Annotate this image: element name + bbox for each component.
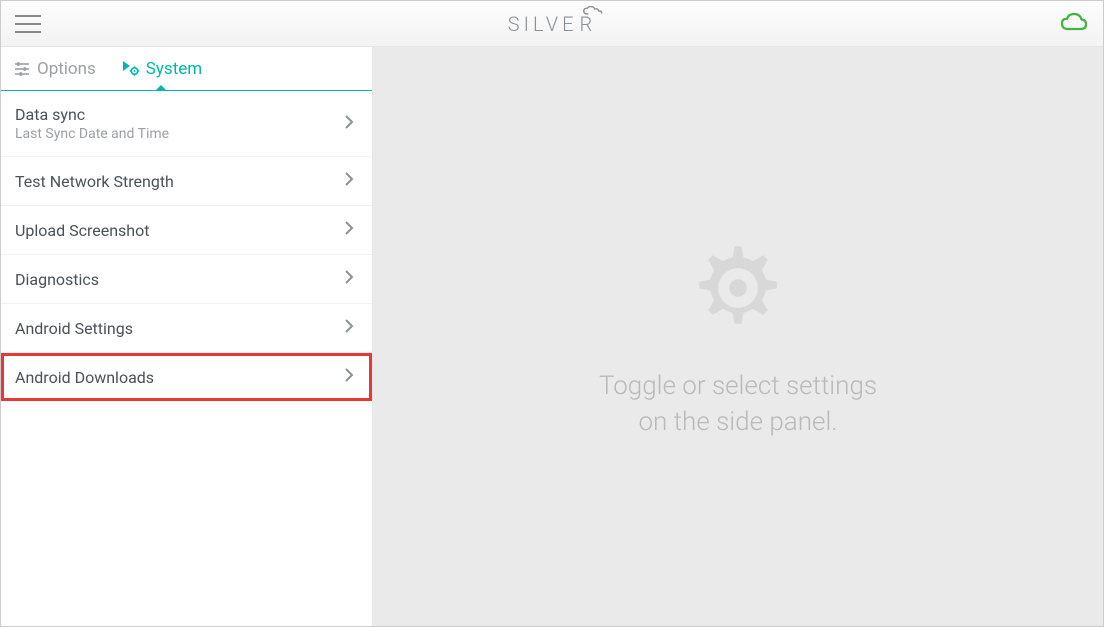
sidebar-item-android-settings[interactable]: Android Settings (1, 304, 372, 353)
tab-options[interactable]: Options (1, 47, 108, 90)
sidebar-list: Data sync Last Sync Date and Time Test N… (1, 91, 372, 626)
sidebar-item-test-network[interactable]: Test Network Strength (1, 157, 372, 206)
list-item-title: Android Downloads (15, 368, 154, 387)
brand-cloud-icon (582, 6, 604, 16)
chevron-right-icon (344, 269, 354, 289)
list-item-subtitle: Last Sync Date and Time (15, 126, 169, 142)
chevron-right-icon (344, 220, 354, 240)
brand-text-part1: SILVE (508, 12, 578, 36)
sliders-icon (13, 60, 31, 78)
menu-icon[interactable] (15, 15, 41, 33)
tabs: Options Syste (1, 47, 372, 91)
chevron-right-icon (344, 367, 354, 387)
cloud-status-icon[interactable] (1059, 11, 1089, 37)
tab-system-label: System (146, 59, 202, 79)
list-item-title: Data sync (15, 105, 169, 124)
list-item-title: Android Settings (15, 319, 133, 338)
list-item-title: Diagnostics (15, 270, 99, 289)
system-icon (120, 60, 140, 78)
chevron-right-icon (344, 318, 354, 338)
sidebar-item-android-downloads[interactable]: Android Downloads (1, 353, 372, 401)
sidebar: Options Syste (1, 47, 373, 626)
chevron-right-icon (344, 114, 354, 134)
list-item-title: Upload Screenshot (15, 221, 149, 240)
top-bar: SILVER (1, 1, 1103, 47)
sidebar-item-upload-screenshot[interactable]: Upload Screenshot (1, 206, 372, 255)
placeholder-text: Toggle or select settings on the side pa… (599, 369, 877, 439)
placeholder-line-1: Toggle or select settings (599, 369, 877, 404)
list-item-title: Test Network Strength (15, 172, 174, 191)
gear-icon (683, 233, 793, 347)
sidebar-item-diagnostics[interactable]: Diagnostics (1, 255, 372, 304)
brand-logo: SILVER (508, 12, 596, 36)
sidebar-item-data-sync[interactable]: Data sync Last Sync Date and Time (1, 91, 372, 157)
brand-text-part2: R (580, 12, 597, 36)
tab-system[interactable]: System (108, 47, 214, 90)
chevron-right-icon (344, 171, 354, 191)
content-area: Options Syste (1, 47, 1103, 626)
main-panel: Toggle or select settings on the side pa… (373, 47, 1103, 626)
tab-options-label: Options (37, 59, 96, 79)
placeholder-line-2: on the side panel. (599, 405, 877, 440)
